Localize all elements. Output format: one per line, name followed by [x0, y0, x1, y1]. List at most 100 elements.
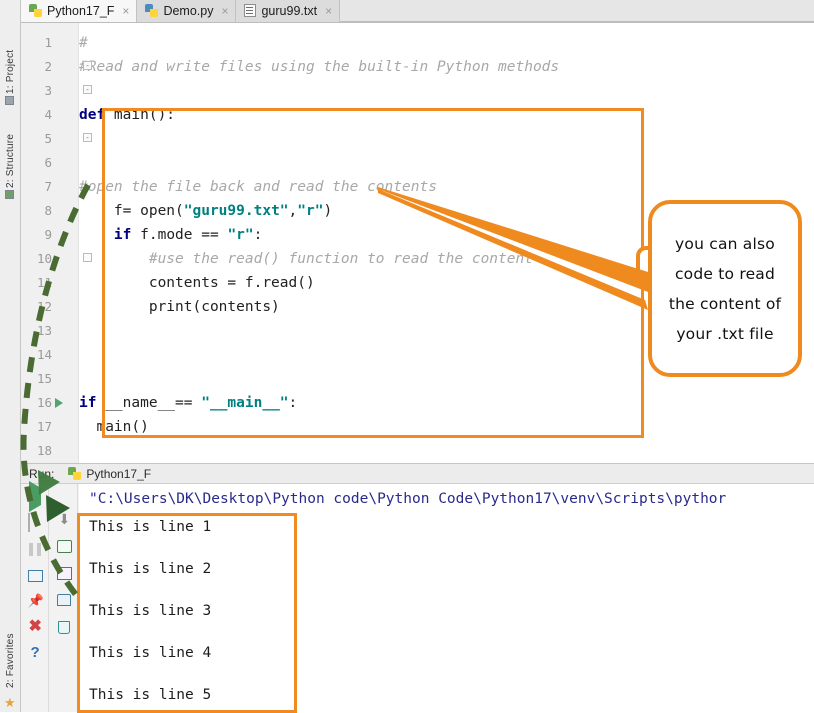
- stop-button[interactable]: [25, 514, 45, 533]
- run-panel: Run: Python17_F 📌 ✖ ? ⬇ "C:\Users\DK\Des…: [21, 463, 814, 712]
- help-button[interactable]: ?: [25, 644, 45, 663]
- line-number: 14: [21, 343, 52, 367]
- code-line: [79, 439, 814, 463]
- close-icon[interactable]: ×: [122, 4, 129, 18]
- line-number: 4: [21, 103, 52, 127]
- code-token: "guru99.txt": [184, 203, 289, 219]
- line-number: 5: [21, 127, 52, 151]
- code-line: if __name__== "__main__":: [79, 391, 814, 415]
- soft-wrap-button[interactable]: [54, 537, 74, 556]
- code-token: __name__==: [105, 395, 201, 411]
- callout-line-3: the content of: [662, 289, 788, 319]
- code-token: :: [289, 395, 298, 411]
- callout-line-4: your .txt file: [662, 319, 788, 349]
- ide-window: 1: Project 2: Structure 2: Favorites ★ P…: [0, 0, 814, 712]
- sidebar-item-favorites[interactable]: 2: Favorites: [0, 602, 21, 688]
- console-output-line: This is line 1: [89, 516, 211, 538]
- run-panel-label: Run:: [21, 467, 60, 481]
- code-token: :: [254, 227, 263, 243]
- close-icon[interactable]: ×: [325, 4, 332, 18]
- run-toolbar-primary: 📌 ✖ ?: [21, 484, 49, 712]
- structure-icon: [5, 190, 14, 199]
- tab-guru99-txt[interactable]: guru99.txt ×: [236, 0, 340, 22]
- code-line: [79, 151, 814, 175]
- fold-marker-icon[interactable]: [83, 253, 92, 262]
- tab-guru99-txt-label: guru99.txt: [261, 4, 317, 18]
- run-configuration-label: Python17_F: [86, 467, 151, 481]
- editor-tab-bar: Python17_F × Demo.py × guru99.txt ×: [21, 0, 814, 23]
- code-token: f= open(: [79, 203, 184, 219]
- code-token: ,: [289, 203, 298, 219]
- code-token: if: [79, 395, 105, 411]
- run-configuration-tab[interactable]: Python17_F: [60, 467, 159, 481]
- line-number: 17: [21, 415, 52, 439]
- close-icon[interactable]: ×: [221, 4, 228, 18]
- line-number: 16: [21, 391, 52, 415]
- tab-demo-py[interactable]: Demo.py ×: [137, 0, 236, 22]
- console-command-path: "C:\Users\DK\Desktop\Python code\Python …: [89, 488, 726, 510]
- tab-python17-f-label: Python17_F: [47, 4, 114, 18]
- line-number: 2: [21, 55, 52, 79]
- console-button[interactable]: [25, 566, 45, 585]
- line-number: 18: [21, 439, 52, 463]
- close-button[interactable]: ✖: [25, 618, 45, 637]
- sidebar-item-favorites-label: 2: Favorites: [5, 633, 16, 688]
- line-number: 7: [21, 175, 52, 199]
- line-number: 10: [21, 247, 52, 271]
- code-token: main():: [114, 107, 175, 123]
- code-token: #Read and write files using the built-in…: [79, 59, 559, 75]
- line-number: 9: [21, 223, 52, 247]
- print-button[interactable]: [54, 591, 74, 610]
- code-token: def: [79, 107, 114, 123]
- callout-line-1: you can also: [662, 229, 788, 259]
- code-token: contents = f.read(): [79, 275, 315, 291]
- run-toolbar-secondary: ⬇: [50, 484, 78, 712]
- rerun-button[interactable]: [25, 488, 45, 507]
- line-number: 15: [21, 367, 52, 391]
- run-line-marker[interactable]: [55, 398, 63, 408]
- line-number: 1: [21, 31, 52, 55]
- left-tool-strip: 1: Project 2: Structure 2: Favorites ★: [0, 0, 21, 712]
- sidebar-item-structure-label: 2: Structure: [5, 134, 16, 188]
- code-line: def main():: [79, 103, 814, 127]
- line-number: 12: [21, 295, 52, 319]
- python-folder-icon: [68, 467, 81, 480]
- fold-marker-icon[interactable]: -: [83, 61, 92, 70]
- line-number: 13: [21, 319, 52, 343]
- code-token: if: [114, 227, 140, 243]
- tab-bar-filler: [340, 0, 814, 22]
- python-folder-icon: [29, 4, 42, 17]
- sidebar-item-structure[interactable]: 2: Structure: [0, 104, 21, 188]
- console-output[interactable]: "C:\Users\DK\Desktop\Python code\Python …: [79, 484, 814, 712]
- scroll-to-end-button[interactable]: ⬇: [54, 510, 74, 529]
- fold-marker-icon[interactable]: -: [83, 133, 92, 142]
- run-panel-tab-bar: Run: Python17_F: [21, 464, 814, 484]
- code-line: [79, 127, 814, 151]
- code-line: main(): [79, 415, 814, 439]
- pin-button[interactable]: 📌: [25, 592, 45, 611]
- python-file-icon: [145, 4, 158, 17]
- code-token: ): [323, 203, 332, 219]
- pause-button[interactable]: [25, 540, 45, 559]
- open-console-button[interactable]: [54, 564, 74, 583]
- sidebar-item-project[interactable]: 1: Project: [0, 24, 21, 94]
- tab-demo-py-label: Demo.py: [163, 4, 213, 18]
- code-line: #: [79, 31, 814, 55]
- tab-python17-f[interactable]: Python17_F ×: [21, 0, 137, 22]
- annotation-callout: you can also code to read the content of…: [648, 200, 802, 377]
- editor-gutter[interactable]: 1234567891011121314151617181920: [21, 23, 79, 463]
- code-token: #open the file back and read the content…: [79, 179, 437, 195]
- favorites-star-icon: ★: [4, 696, 17, 709]
- console-output-line: This is line 3: [89, 600, 211, 622]
- code-token: #: [79, 35, 88, 51]
- code-line: #Read and write files using the built-in…: [79, 55, 814, 79]
- code-line: [79, 79, 814, 103]
- code-token: #use the read() function to read the con…: [79, 251, 533, 267]
- fold-marker-icon[interactable]: -: [83, 85, 92, 94]
- line-number: 11: [21, 271, 52, 295]
- code-token: print(contents): [79, 299, 280, 315]
- sidebar-item-project-label: 1: Project: [5, 50, 16, 94]
- clear-all-button[interactable]: [54, 618, 74, 637]
- line-number: 8: [21, 199, 52, 223]
- code-token: main(): [79, 419, 149, 435]
